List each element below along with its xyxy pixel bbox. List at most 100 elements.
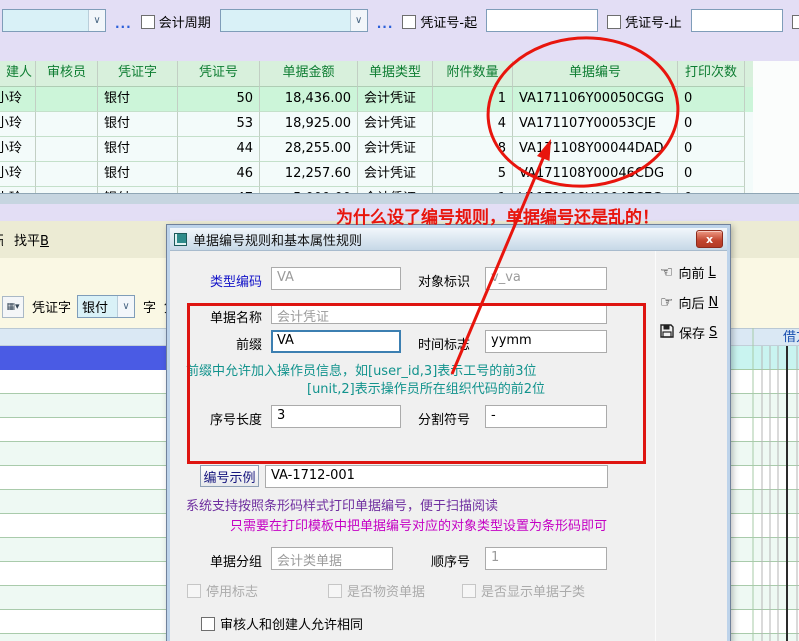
separator-input[interactable]: -	[485, 405, 607, 428]
grid-row[interactable]	[0, 562, 167, 586]
cell: 银付	[98, 87, 178, 112]
grid-row[interactable]	[731, 634, 799, 641]
table-row[interactable]: 小玲银付5018,436.00会计凭证1VA171106Y00050CGG0	[0, 87, 753, 112]
menu-item-balance[interactable]: 找平B	[14, 230, 49, 249]
checkbox-label: 凭证号-止	[625, 12, 682, 31]
cell: 18,925.00	[260, 112, 358, 137]
filter-combo-1[interactable]: ∨	[2, 9, 106, 32]
column-header[interactable]: 建人	[0, 61, 36, 87]
cell: 会计凭证	[358, 87, 433, 112]
grid-row[interactable]	[731, 490, 799, 514]
dialog-title: 单据编号规则和基本属性规则	[193, 230, 696, 249]
table-row[interactable]: 小玲银付5318,925.00会计凭证4VA171107Y00053CJE0	[0, 112, 753, 137]
checkbox-show-subtype: 是否显示单据子类	[462, 581, 585, 600]
checkbox-icon[interactable]	[201, 617, 215, 631]
separator-label: 分割符号	[388, 409, 470, 428]
checkbox-icon[interactable]	[402, 15, 416, 29]
grid-row[interactable]	[731, 586, 799, 610]
chevron-down-icon[interactable]: ∨	[88, 10, 105, 31]
chevron-down-icon[interactable]: ∨	[350, 10, 367, 31]
cell: 12,257.60	[260, 162, 358, 187]
grid-row[interactable]	[731, 514, 799, 538]
voucher-no-from-input[interactable]	[486, 9, 598, 32]
checkbox-icon	[462, 584, 476, 598]
column-header[interactable]: 单据类型	[358, 61, 433, 87]
grid-row[interactable]	[0, 514, 167, 538]
filter-combo-2[interactable]: ∨	[220, 9, 368, 32]
column-header[interactable]: 附件数量	[433, 61, 513, 87]
checkbox-accounting-period[interactable]: 会计周期	[141, 12, 211, 31]
prev-button[interactable]: ☜ 向前 L	[660, 263, 716, 282]
prefix-label: 前缀	[180, 334, 262, 353]
close-icon[interactable]: x	[696, 230, 723, 248]
grid-rows-right	[731, 370, 799, 641]
voucher-no-to-input[interactable]	[691, 9, 783, 32]
voucher-word-combo[interactable]: 银付 ∨	[77, 295, 135, 318]
grid-row[interactable]	[0, 418, 167, 442]
cell: 小玲	[0, 112, 36, 137]
grid-row[interactable]	[0, 466, 167, 490]
checkbox-voucher-no-from[interactable]: 凭证号-起	[402, 12, 477, 31]
checkbox-icon	[187, 584, 201, 598]
next-button[interactable]: ☞ 向后 N	[660, 293, 718, 312]
grid-row[interactable]	[731, 466, 799, 490]
checkbox-same-auditor-creator[interactable]: 审核人和创建人允许相同	[201, 614, 363, 633]
prefix-input[interactable]: VA	[271, 330, 401, 353]
grid-dropdown-button[interactable]: ▦▾	[2, 296, 24, 318]
checkbox-voucher-no-to[interactable]: 凭证号-止	[607, 12, 682, 31]
column-header[interactable]: 凭证号	[178, 61, 260, 87]
checkbox-partial[interactable]: 打	[792, 12, 799, 31]
grid-row[interactable]	[0, 442, 167, 466]
grid-row[interactable]	[731, 538, 799, 562]
type-code-input[interactable]: VA	[271, 267, 401, 290]
grid-row[interactable]	[0, 370, 167, 394]
cell	[36, 87, 98, 112]
checkbox-label: 会计周期	[159, 12, 211, 31]
column-header[interactable]: 单据编号	[513, 61, 678, 87]
grid-row[interactable]	[731, 394, 799, 418]
save-button[interactable]: 保存 S	[660, 323, 717, 342]
selected-grid-row[interactable]	[0, 346, 167, 370]
cell: 18,436.00	[260, 87, 358, 112]
column-header[interactable]: 打印次数	[678, 61, 745, 87]
serial-length-input[interactable]: 3	[271, 405, 401, 428]
grid-row[interactable]	[0, 610, 167, 634]
ellipsis-button[interactable]: ...	[377, 17, 394, 31]
grid-row[interactable]	[0, 586, 167, 610]
group-label: 单据分组	[180, 551, 262, 570]
grid-row[interactable]	[731, 418, 799, 442]
grid-row[interactable]	[0, 394, 167, 418]
checkbox-icon[interactable]	[792, 15, 799, 29]
dialog-titlebar[interactable]: 单据编号规则和基本属性规则 x	[170, 228, 727, 251]
cell: 5	[433, 162, 513, 187]
grid-row[interactable]	[731, 442, 799, 466]
checkbox-icon[interactable]	[141, 15, 155, 29]
cell: VA171108Y00046CDG	[513, 162, 678, 187]
table-row[interactable]: 小玲银付4428,255.00会计凭证8VA171108Y00044DAD0	[0, 137, 753, 162]
group-input[interactable]: 会计类单据	[271, 547, 393, 570]
cell: 银付	[98, 162, 178, 187]
table-row[interactable]: 小玲银付4612,257.60会计凭证5VA171108Y00046CDG0	[0, 162, 753, 187]
column-header[interactable]: 单据金额	[260, 61, 358, 87]
checkbox-icon	[328, 584, 342, 598]
column-header[interactable]: 审核员	[36, 61, 98, 87]
ellipsis-button[interactable]: ...	[115, 17, 132, 31]
example-button[interactable]: 编号示例	[200, 465, 259, 487]
grid-row[interactable]	[731, 610, 799, 634]
grid-row[interactable]	[0, 490, 167, 514]
grid-row[interactable]	[0, 538, 167, 562]
time-flag-input[interactable]: yymm	[485, 330, 607, 353]
object-id-input[interactable]: v_va	[485, 267, 607, 290]
cell: 小玲	[0, 162, 36, 187]
example-input[interactable]: VA-1712-001	[265, 465, 608, 488]
column-header[interactable]: 凭证字	[98, 61, 178, 87]
grid-row[interactable]	[731, 562, 799, 586]
grid-row[interactable]	[0, 634, 167, 641]
order-input[interactable]: 1	[485, 547, 607, 570]
chevron-down-icon[interactable]: ∨	[117, 296, 134, 317]
cell: 0	[678, 112, 745, 137]
doc-name-input[interactable]: 会计凭证	[271, 303, 607, 324]
grid-row[interactable]	[731, 370, 799, 394]
annotation-text: 为什么设了编号规则，单据编号还是乱的！	[336, 203, 659, 228]
checkbox-icon[interactable]	[607, 15, 621, 29]
